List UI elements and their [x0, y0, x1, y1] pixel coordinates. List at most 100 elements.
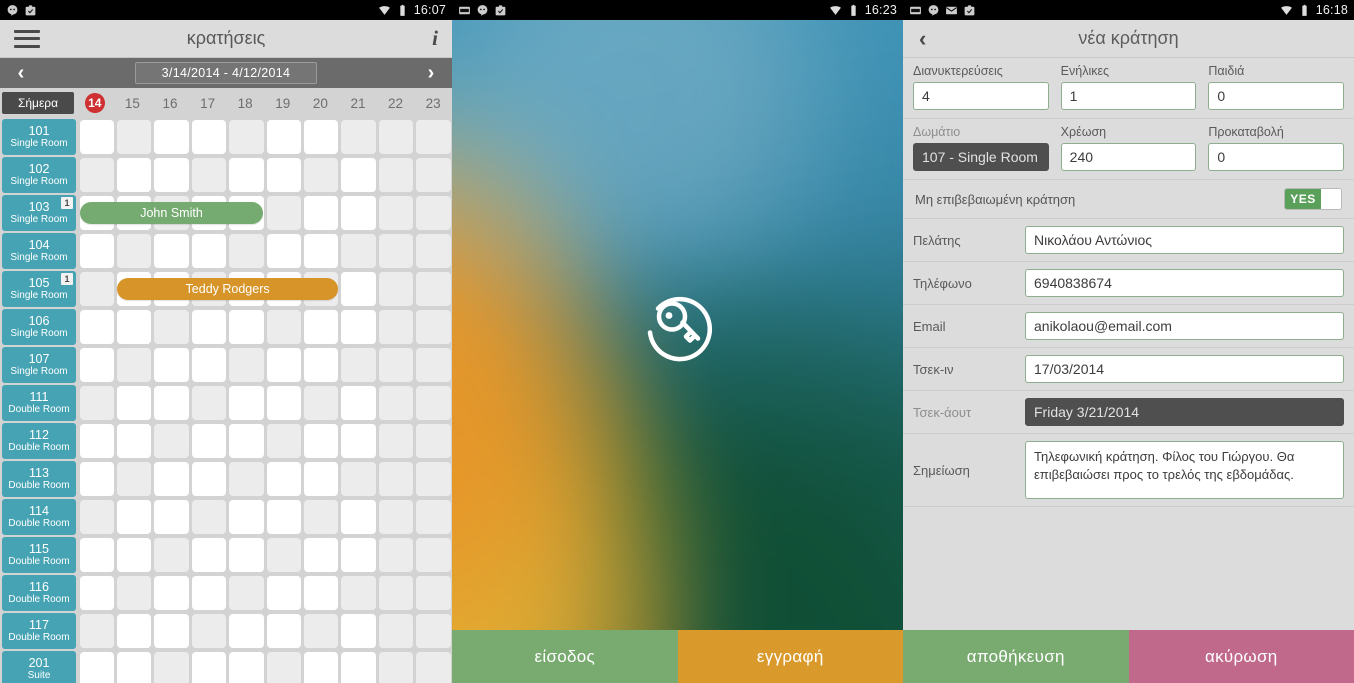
calendar-cell[interactable] — [191, 386, 227, 420]
calendar-cell[interactable] — [116, 614, 152, 648]
field-input[interactable]: 1 — [1060, 82, 1197, 110]
calendar-cell[interactable] — [341, 120, 376, 154]
day-cell-19[interactable]: 19 — [264, 96, 302, 111]
calendar-cell[interactable] — [191, 652, 227, 683]
calendar-cell[interactable] — [378, 348, 414, 382]
calendar-cell[interactable] — [79, 272, 114, 306]
room-tile-113[interactable]: 113 Double Room — [2, 461, 76, 497]
day-cell-17[interactable]: 17 — [189, 96, 227, 111]
calendar-cell[interactable] — [303, 500, 339, 534]
next-period-button[interactable]: › — [420, 63, 442, 83]
calendar-cell[interactable] — [154, 652, 189, 683]
cancel-button[interactable]: ακύρωση — [1128, 630, 1354, 683]
room-tile-201[interactable]: 201 Suite — [2, 651, 76, 683]
register-button[interactable]: εγγραφή — [677, 630, 903, 683]
calendar-cell[interactable] — [266, 614, 301, 648]
calendar-cell[interactable] — [229, 538, 264, 572]
calendar-cell[interactable] — [416, 348, 451, 382]
calendar-cell[interactable] — [303, 576, 339, 610]
room-tile-107[interactable]: 107 Single Room — [2, 347, 76, 383]
calendar-cell[interactable] — [266, 652, 301, 683]
calendar-cell[interactable] — [79, 386, 114, 420]
prev-period-button[interactable]: ‹ — [10, 63, 32, 83]
room-tile-116[interactable]: 116 Double Room — [2, 575, 76, 611]
field-input[interactable]: 4 — [913, 82, 1049, 110]
calendar-cell[interactable] — [191, 310, 227, 344]
calendar-cell[interactable] — [416, 310, 451, 344]
room-tile-103[interactable]: 103 Single Room 1 — [2, 195, 76, 231]
calendar-cell[interactable] — [341, 500, 376, 534]
calendar-cell[interactable] — [229, 310, 264, 344]
calendar-cell[interactable] — [303, 310, 339, 344]
calendar-cell[interactable] — [378, 234, 414, 268]
calendar-cell[interactable] — [229, 652, 264, 683]
calendar-cell[interactable] — [303, 386, 339, 420]
booking-bar[interactable]: John Smith — [80, 202, 263, 224]
calendar-cell[interactable] — [266, 158, 301, 192]
calendar-cell[interactable] — [79, 614, 114, 648]
calendar-cell[interactable] — [116, 158, 152, 192]
calendar-cell[interactable] — [341, 196, 376, 230]
calendar-cell[interactable] — [79, 158, 114, 192]
calendar-cell[interactable] — [303, 120, 339, 154]
calendar-cell[interactable] — [79, 462, 114, 496]
calendar-cell[interactable] — [79, 500, 114, 534]
calendar-cell[interactable] — [229, 424, 264, 458]
calendar-cell[interactable] — [378, 652, 414, 683]
calendar-cell[interactable] — [116, 310, 152, 344]
calendar-cell[interactable] — [79, 120, 114, 154]
calendar-cell[interactable] — [341, 576, 376, 610]
calendar-cell[interactable] — [378, 120, 414, 154]
calendar-cell[interactable] — [154, 348, 189, 382]
calendar-cell[interactable] — [303, 538, 339, 572]
calendar-cell[interactable] — [416, 538, 451, 572]
calendar-cell[interactable] — [416, 462, 451, 496]
day-cell-22[interactable]: 22 — [377, 96, 415, 111]
day-cell-16[interactable]: 16 — [151, 96, 189, 111]
day-cell-18[interactable]: 18 — [226, 96, 264, 111]
calendar-cell[interactable] — [416, 652, 451, 683]
calendar-cell[interactable] — [378, 386, 414, 420]
field-input[interactable]: 0 — [1208, 82, 1345, 110]
calendar-cell[interactable] — [341, 614, 376, 648]
calendar-cell[interactable] — [303, 348, 339, 382]
calendar-cell[interactable] — [229, 614, 264, 648]
field-input[interactable]: Friday 3/21/2014 — [1025, 398, 1344, 426]
calendar-cell[interactable] — [416, 196, 451, 230]
room-tile-105[interactable]: 105 Single Room 1 — [2, 271, 76, 307]
room-tile-104[interactable]: 104 Single Room — [2, 233, 76, 269]
room-tile-114[interactable]: 114 Double Room — [2, 499, 76, 535]
calendar-cell[interactable] — [229, 386, 264, 420]
calendar-cell[interactable] — [416, 120, 451, 154]
calendar-cell[interactable] — [79, 652, 114, 683]
calendar-grid[interactable]: 101 Single Room 102 Single Room 103 Single Ro… — [0, 118, 452, 683]
calendar-cell[interactable] — [303, 234, 339, 268]
calendar-cell[interactable] — [191, 462, 227, 496]
calendar-cell[interactable] — [79, 310, 114, 344]
room-tile-106[interactable]: 106 Single Room — [2, 309, 76, 345]
calendar-cell[interactable] — [341, 310, 376, 344]
calendar-cell[interactable] — [266, 500, 301, 534]
calendar-cell[interactable] — [341, 386, 376, 420]
calendar-cell[interactable] — [416, 500, 451, 534]
calendar-cell[interactable] — [154, 310, 189, 344]
calendar-cell[interactable] — [416, 576, 451, 610]
calendar-cell[interactable] — [191, 120, 227, 154]
calendar-cell[interactable] — [303, 652, 339, 683]
today-button[interactable]: Σήμερα — [2, 92, 74, 114]
calendar-cell[interactable] — [116, 348, 152, 382]
field-input[interactable]: 240 — [1060, 143, 1197, 171]
unconfirmed-booking-toggle[interactable]: YES — [1284, 188, 1342, 210]
calendar-cell[interactable] — [116, 500, 152, 534]
calendar-cell[interactable] — [191, 576, 227, 610]
field-input[interactable]: 17/03/2014 — [1025, 355, 1344, 383]
room-tile-111[interactable]: 111 Double Room — [2, 385, 76, 421]
calendar-cell[interactable] — [116, 462, 152, 496]
calendar-cell[interactable] — [116, 234, 152, 268]
calendar-cell[interactable] — [266, 386, 301, 420]
info-icon[interactable]: i — [432, 26, 438, 51]
calendar-cell[interactable] — [154, 614, 189, 648]
calendar-cell[interactable] — [154, 424, 189, 458]
calendar-cell[interactable] — [191, 614, 227, 648]
back-chevron-icon[interactable]: ‹ — [919, 27, 926, 50]
